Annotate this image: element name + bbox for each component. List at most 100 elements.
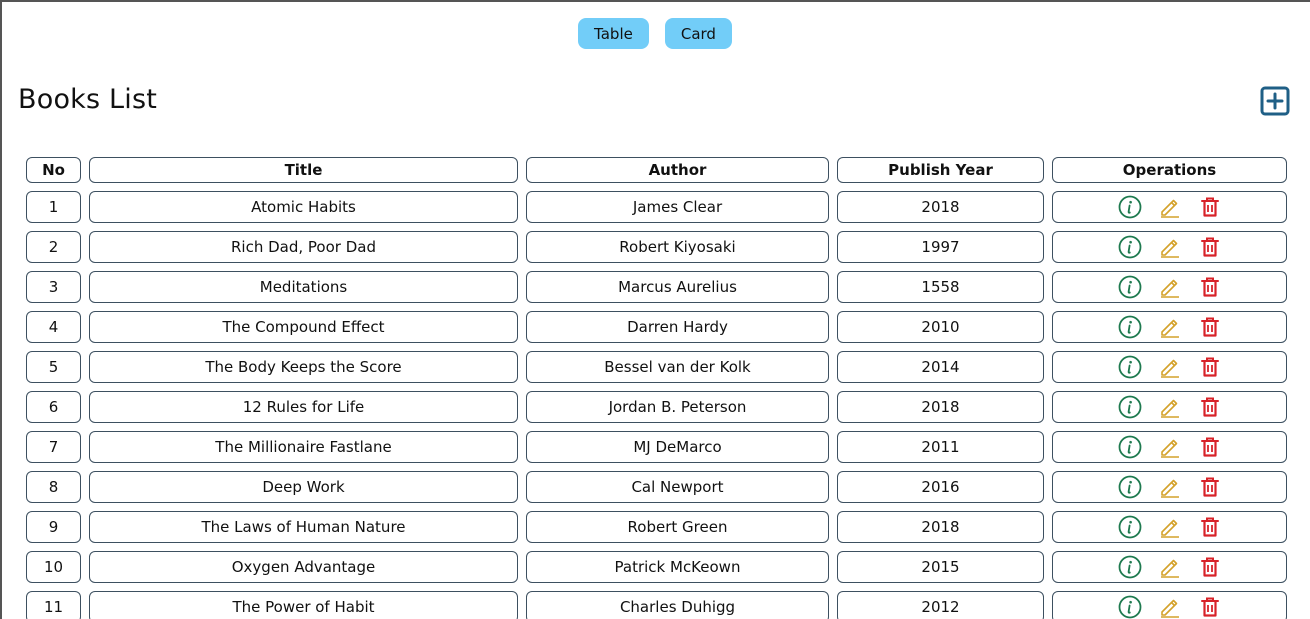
edit-button[interactable] — [1158, 275, 1182, 299]
cell-no: 7 — [26, 431, 81, 463]
cell-operations — [1052, 311, 1287, 343]
edit-pencil-icon — [1160, 479, 1179, 498]
info-circle-icon — [1118, 275, 1141, 299]
cell-operations — [1052, 471, 1287, 503]
info-button[interactable] — [1118, 315, 1142, 339]
cell-title: Oxygen Advantage — [89, 551, 518, 583]
info-button[interactable] — [1118, 435, 1142, 459]
info-button[interactable] — [1118, 475, 1142, 499]
cell-no: 5 — [26, 351, 81, 383]
info-button[interactable] — [1118, 355, 1142, 379]
cell-title: Deep Work — [89, 471, 518, 503]
delete-button[interactable] — [1198, 235, 1222, 259]
edit-button[interactable] — [1158, 555, 1182, 579]
trash-icon — [1200, 437, 1219, 457]
table-row: 3 Meditations Marcus Aurelius 1558 — [26, 271, 1287, 303]
cell-publish-year: 2018 — [837, 191, 1044, 223]
header-title: Title — [89, 157, 518, 183]
info-circle-icon — [1118, 435, 1141, 459]
edit-pencil-icon — [1160, 359, 1179, 378]
trash-icon — [1200, 597, 1219, 617]
info-button[interactable] — [1118, 595, 1142, 619]
cell-title: The Compound Effect — [89, 311, 518, 343]
cell-operations — [1052, 391, 1287, 423]
cell-author: Robert Green — [526, 511, 829, 543]
info-button[interactable] — [1118, 515, 1142, 539]
edit-button[interactable] — [1158, 595, 1182, 619]
cell-operations — [1052, 351, 1287, 383]
edit-button[interactable] — [1158, 355, 1182, 379]
header-author: Author — [526, 157, 829, 183]
info-button[interactable] — [1118, 395, 1142, 419]
edit-button[interactable] — [1158, 435, 1182, 459]
cell-no: 3 — [26, 271, 81, 303]
info-circle-icon — [1118, 395, 1141, 419]
edit-pencil-icon — [1160, 559, 1179, 578]
edit-button[interactable] — [1158, 195, 1182, 219]
delete-button[interactable] — [1198, 435, 1222, 459]
edit-button[interactable] — [1158, 235, 1182, 259]
cell-author: James Clear — [526, 191, 829, 223]
cell-title: 12 Rules for Life — [89, 391, 518, 423]
table-header-row: No Title Author Publish Year Operations — [26, 157, 1287, 183]
edit-pencil-icon — [1160, 279, 1179, 298]
delete-button[interactable] — [1198, 275, 1222, 299]
trash-icon — [1200, 357, 1219, 377]
cell-operations — [1052, 271, 1287, 303]
cell-no: 1 — [26, 191, 81, 223]
trash-icon — [1200, 517, 1219, 537]
cell-publish-year: 2018 — [837, 511, 1044, 543]
delete-button[interactable] — [1198, 355, 1222, 379]
edit-pencil-icon — [1160, 399, 1179, 418]
info-circle-icon — [1118, 195, 1141, 219]
delete-button[interactable] — [1198, 595, 1222, 619]
edit-pencil-icon — [1160, 599, 1179, 618]
cell-operations — [1052, 231, 1287, 263]
table-row: 10 Oxygen Advantage Patrick McKeown 2015 — [26, 551, 1287, 583]
cell-author: Marcus Aurelius — [526, 271, 829, 303]
cell-no: 10 — [26, 551, 81, 583]
delete-button[interactable] — [1198, 315, 1222, 339]
info-button[interactable] — [1118, 275, 1142, 299]
table-row: 4 The Compound Effect Darren Hardy 2010 — [26, 311, 1287, 343]
header-operations: Operations — [1052, 157, 1287, 183]
edit-button[interactable] — [1158, 515, 1182, 539]
cell-title: Meditations — [89, 271, 518, 303]
table-view-button[interactable]: Table — [578, 18, 649, 49]
edit-button[interactable] — [1158, 315, 1182, 339]
delete-button[interactable] — [1198, 515, 1222, 539]
cell-operations — [1052, 191, 1287, 223]
edit-button[interactable] — [1158, 475, 1182, 499]
cell-no: 11 — [26, 591, 81, 619]
table-row: 1 Atomic Habits James Clear 2018 — [26, 191, 1287, 223]
delete-button[interactable] — [1198, 395, 1222, 419]
delete-button[interactable] — [1198, 475, 1222, 499]
info-button[interactable] — [1118, 555, 1142, 579]
table-body: 1 Atomic Habits James Clear 2018 2 Rich Dad, … — [26, 191, 1287, 619]
edit-button[interactable] — [1158, 395, 1182, 419]
cell-no: 9 — [26, 511, 81, 543]
card-view-button[interactable]: Card — [664, 18, 732, 49]
plus-square-icon — [1260, 86, 1290, 116]
cell-publish-year: 2016 — [837, 471, 1044, 503]
cell-publish-year: 2015 — [837, 551, 1044, 583]
cell-title: Rich Dad, Poor Dad — [89, 231, 518, 263]
cell-no: 4 — [26, 311, 81, 343]
cell-title: The Millionaire Fastlane — [89, 431, 518, 463]
info-button[interactable] — [1118, 195, 1142, 219]
trash-icon — [1200, 397, 1219, 417]
info-circle-icon — [1118, 235, 1141, 259]
info-button[interactable] — [1118, 235, 1142, 259]
table-row: 2 Rich Dad, Poor Dad Robert Kiyosaki 1997 — [26, 231, 1287, 263]
add-book-button[interactable] — [1260, 86, 1290, 116]
cell-publish-year: 1558 — [837, 271, 1044, 303]
cell-author: Charles Duhigg — [526, 591, 829, 619]
trash-icon — [1200, 477, 1219, 497]
delete-button[interactable] — [1198, 195, 1222, 219]
table-row: 5 The Body Keeps the Score Bessel van der … — [26, 351, 1287, 383]
edit-pencil-icon — [1160, 319, 1179, 338]
cell-author: Patrick McKeown — [526, 551, 829, 583]
delete-button[interactable] — [1198, 555, 1222, 579]
info-circle-icon — [1118, 475, 1141, 499]
table-row: 11 The Power of Habit Charles Duhigg 2012 — [26, 591, 1287, 619]
